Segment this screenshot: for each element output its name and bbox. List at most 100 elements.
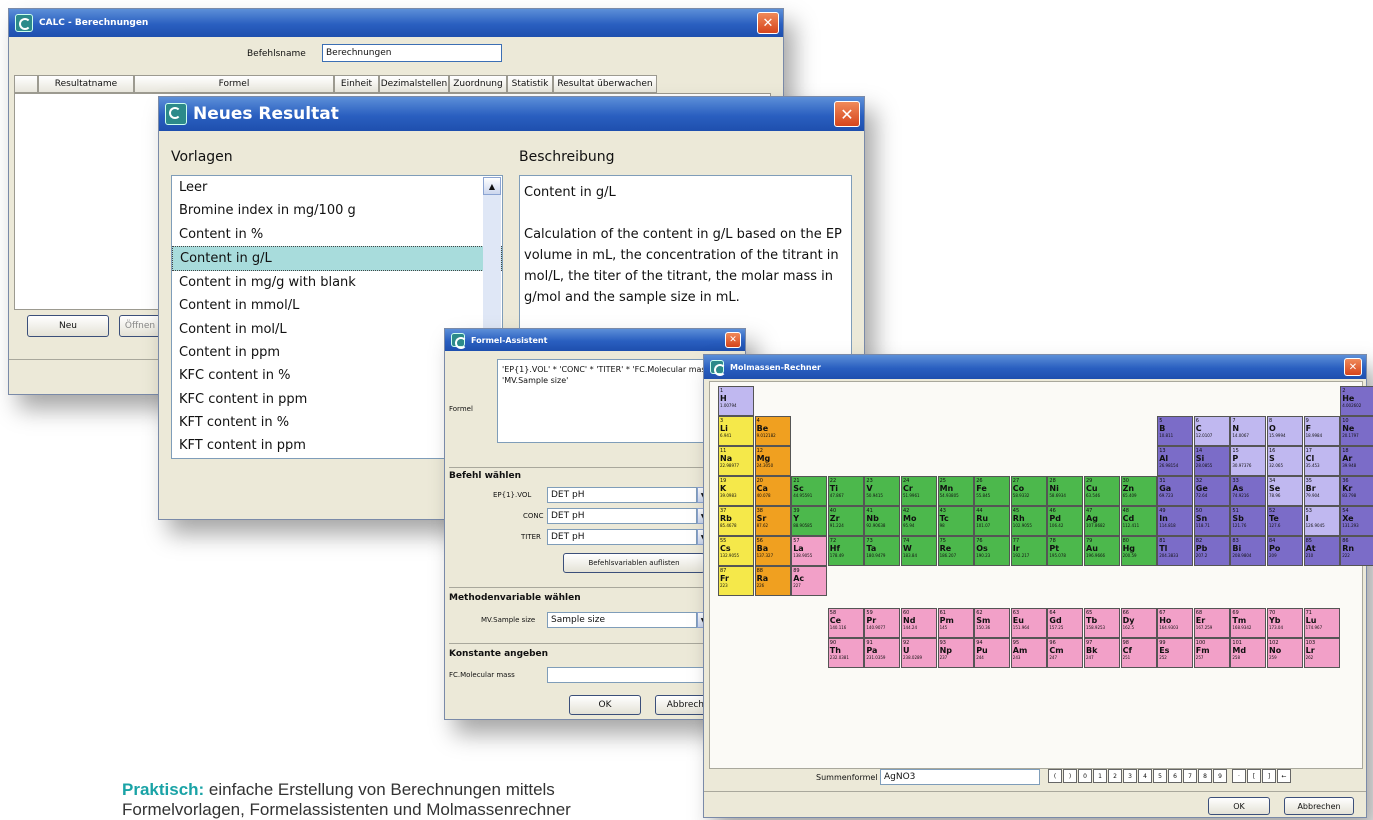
element-cell-cm[interactable]: 96 Cm 247 [1047,638,1084,668]
keypad-key[interactable]: 7 [1183,769,1197,783]
element-cell-eu[interactable]: 63 Eu 151.964 [1010,608,1047,638]
element-cell-cr[interactable]: 24 Cr 51.9961 [901,476,937,506]
element-cell-ag[interactable]: 47 Ag 107.8682 [1084,506,1120,536]
element-cell-os[interactable]: 76 Os 190.23 [974,536,1011,566]
column-header[interactable]: Dezimalstellen [379,75,449,93]
keypad-key[interactable]: 5 [1153,769,1167,783]
element-cell-md[interactable]: 101 Md 258 [1230,638,1267,668]
scroll-up-icon[interactable]: ▲ [483,177,501,195]
element-cell-rb[interactable]: 37 Rb 85.4678 [718,506,754,536]
formula-textarea[interactable]: 'EP{1}.VOL' * 'CONC' * 'TITER' * 'FC.Mol… [497,359,737,443]
element-cell-ne[interactable]: 10 Ne 20.1797 [1340,416,1373,446]
element-cell-mg[interactable]: 12 Mg 24.3050 [754,446,791,476]
element-cell-u[interactable]: 92 U 238.0289 [901,638,937,668]
element-cell-fm[interactable]: 100 Fm 257 [1193,638,1230,668]
element-cell-yb[interactable]: 70 Yb 173.04 [1267,608,1303,638]
var-combo[interactable]: DET pH [547,529,697,545]
ok-button[interactable]: OK [569,695,641,715]
list-item[interactable]: Leer [172,176,502,199]
element-cell-es[interactable]: 99 Es 252 [1157,638,1194,668]
element-cell-mo[interactable]: 42 Mo 95.94 [901,506,937,536]
element-cell-pa[interactable]: 91 Pa 231.0359 [864,638,901,668]
command-name-input[interactable]: Berechnungen [322,44,502,62]
new-result-titlebar[interactable]: Neues Resultat ✕ [159,97,864,131]
element-cell-tb[interactable]: 65 Tb 158.9253 [1084,608,1120,638]
element-cell-w[interactable]: 74 W 183.84 [901,536,937,566]
keypad-key[interactable]: · [1232,769,1246,783]
element-cell-rh[interactable]: 45 Rh 102.9055 [1010,506,1047,536]
element-cell-la[interactable]: 57 La 138.9055 [791,536,828,566]
element-cell-sc[interactable]: 21 Sc 44.95591 [791,476,828,506]
element-cell-i[interactable]: 53 I 126.9045 [1303,506,1340,536]
element-cell-se[interactable]: 34 Se 78.96 [1267,476,1303,506]
element-cell-zr[interactable]: 40 Zr 91.224 [827,506,864,536]
element-cell-lr[interactable]: 103 Lr 262 [1303,638,1340,668]
element-cell-pt[interactable]: 78 Pt 195.078 [1047,536,1084,566]
keypad-key[interactable]: ) [1063,769,1077,783]
element-cell-am[interactable]: 95 Am 243 [1010,638,1047,668]
element-cell-c[interactable]: 6 C 12.0107 [1193,416,1230,446]
keypad-key[interactable]: 4 [1138,769,1152,783]
element-cell-fr[interactable]: 87 Fr 223 [718,566,754,596]
element-cell-hg[interactable]: 80 Hg 200.59 [1120,536,1157,566]
formula-titlebar[interactable]: Formel-Assistent ✕ [445,329,745,351]
keypad-key[interactable]: 3 [1123,769,1137,783]
element-cell-p[interactable]: 15 P 30.97376 [1230,446,1267,476]
keypad-key[interactable]: [ [1247,769,1261,783]
column-header[interactable]: Einheit [334,75,379,93]
element-cell-ti[interactable]: 22 Ti 47.867 [827,476,864,506]
list-item-selected[interactable]: Content in g/L [172,245,502,272]
element-cell-br[interactable]: 35 Br 79.904 [1303,476,1340,506]
element-cell-bi[interactable]: 83 Bi 208.9804 [1230,536,1267,566]
list-item[interactable]: Content in mmol/L [172,294,502,317]
element-cell-pb[interactable]: 82 Pb 207.2 [1193,536,1230,566]
element-cell-ga[interactable]: 31 Ga 69.723 [1157,476,1194,506]
keypad-key[interactable]: 2 [1108,769,1122,783]
element-cell-ta[interactable]: 73 Ta 180.9479 [864,536,901,566]
element-cell-at[interactable]: 85 At 210 [1303,536,1340,566]
element-cell-cl[interactable]: 17 Cl 35.453 [1303,446,1340,476]
column-header[interactable]: Resultatname [38,75,134,93]
list-item[interactable]: Content in % [172,223,502,246]
element-cell-mn[interactable]: 25 Mn 54.93805 [937,476,974,506]
keypad-key[interactable]: ← [1277,769,1291,783]
element-cell-er[interactable]: 68 Er 167.259 [1193,608,1230,638]
keypad-key[interactable]: 9 [1213,769,1227,783]
element-cell-cf[interactable]: 98 Cf 251 [1120,638,1157,668]
close-icon[interactable]: ✕ [757,12,779,34]
element-cell-zn[interactable]: 30 Zn 65.409 [1120,476,1157,506]
element-cell-k[interactable]: 19 K 39.0983 [718,476,754,506]
method-variable-combo[interactable]: Sample size [547,612,697,628]
element-cell-v[interactable]: 23 V 50.9415 [864,476,901,506]
element-cell-sn[interactable]: 50 Sn 118.71 [1193,506,1230,536]
element-cell-bk[interactable]: 97 Bk 247 [1084,638,1120,668]
element-cell-h[interactable]: 1 H 1.00794 [718,386,754,416]
element-cell-ba[interactable]: 56 Ba 137.327 [754,536,791,566]
ok-button[interactable]: OK [1208,797,1270,815]
calc-titlebar[interactable]: CALC - Berechnungen ✕ [9,9,783,37]
element-cell-lu[interactable]: 71 Lu 174.967 [1303,608,1340,638]
element-cell-in[interactable]: 49 In 114.818 [1157,506,1194,536]
element-cell-no[interactable]: 102 No 259 [1267,638,1303,668]
element-cell-pd[interactable]: 46 Pd 106.42 [1047,506,1084,536]
element-cell-sm[interactable]: 62 Sm 150.36 [974,608,1011,638]
keypad-key[interactable]: 6 [1168,769,1182,783]
element-cell-th[interactable]: 90 Th 232.0381 [827,638,864,668]
element-cell-be[interactable]: 4 Be 9.012182 [754,416,791,446]
element-cell-re[interactable]: 75 Re 186.207 [937,536,974,566]
element-cell-kr[interactable]: 36 Kr 83.798 [1340,476,1373,506]
element-cell-b[interactable]: 5 B 10.811 [1157,416,1194,446]
element-cell-sb[interactable]: 51 Sb 121.76 [1230,506,1267,536]
keypad-key[interactable]: ] [1262,769,1276,783]
element-cell-np[interactable]: 93 Np 237 [937,638,974,668]
element-cell-hf[interactable]: 72 Hf 178.49 [827,536,864,566]
cancel-button[interactable]: Abbrechen [1284,797,1354,815]
column-header[interactable]: Resultat überwachen [553,75,657,93]
list-command-variables-button[interactable]: Befehlsvariablen auflisten [563,553,705,573]
element-cell-ce[interactable]: 58 Ce 140.116 [827,608,864,638]
element-cell-ho[interactable]: 67 Ho 164.9303 [1157,608,1194,638]
element-cell-pr[interactable]: 59 Pr 140.9077 [864,608,901,638]
element-cell-pm[interactable]: 61 Pm 145 [937,608,974,638]
element-cell-te[interactable]: 52 Te 127.6 [1267,506,1303,536]
element-cell-ar[interactable]: 18 Ar 39.948 [1340,446,1373,476]
